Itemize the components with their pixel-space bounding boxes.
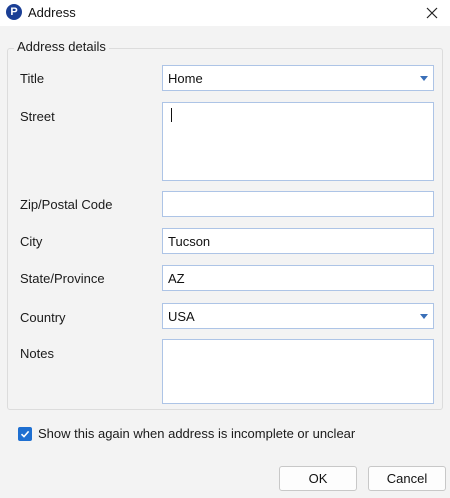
notes-textarea[interactable] bbox=[162, 339, 434, 404]
country-value: USA bbox=[168, 308, 195, 324]
state-value: AZ bbox=[168, 270, 185, 286]
street-label: Street bbox=[20, 109, 55, 124]
app-logo-letter: P bbox=[10, 6, 18, 18]
show-again-option[interactable]: Show this again when address is incomple… bbox=[18, 426, 355, 441]
close-icon bbox=[426, 7, 438, 19]
close-button[interactable] bbox=[422, 3, 442, 23]
zip-input[interactable] bbox=[162, 191, 434, 217]
title-value: Home bbox=[168, 70, 203, 86]
text-caret bbox=[171, 108, 172, 122]
checkmark-icon bbox=[20, 430, 30, 438]
app-logo-icon: P bbox=[6, 4, 22, 20]
cancel-button[interactable]: Cancel bbox=[368, 466, 446, 491]
title-label: Title bbox=[20, 71, 45, 86]
chevron-down-icon[interactable] bbox=[417, 304, 431, 328]
city-label: City bbox=[20, 234, 43, 249]
zip-label: Zip/Postal Code bbox=[20, 197, 113, 212]
group-legend: Address details bbox=[14, 39, 109, 54]
title-bar: P Address bbox=[0, 0, 450, 26]
state-label: State/Province bbox=[20, 271, 105, 286]
window-title: Address bbox=[28, 5, 76, 20]
city-input[interactable]: Tucson bbox=[162, 228, 434, 254]
street-textarea[interactable] bbox=[162, 102, 434, 181]
ok-button[interactable]: OK bbox=[279, 466, 357, 491]
country-combobox[interactable]: USA bbox=[162, 303, 434, 329]
address-dialog: P Address Address details Title Home Str… bbox=[0, 0, 450, 498]
chevron-down-icon[interactable] bbox=[417, 66, 431, 90]
title-combobox[interactable]: Home bbox=[162, 65, 434, 91]
state-input[interactable]: AZ bbox=[162, 265, 434, 291]
show-again-checkbox[interactable] bbox=[18, 426, 32, 441]
city-value: Tucson bbox=[168, 233, 211, 249]
show-again-label: Show this again when address is incomple… bbox=[38, 426, 356, 441]
country-label: Country bbox=[20, 310, 66, 325]
notes-label: Notes bbox=[20, 346, 54, 361]
